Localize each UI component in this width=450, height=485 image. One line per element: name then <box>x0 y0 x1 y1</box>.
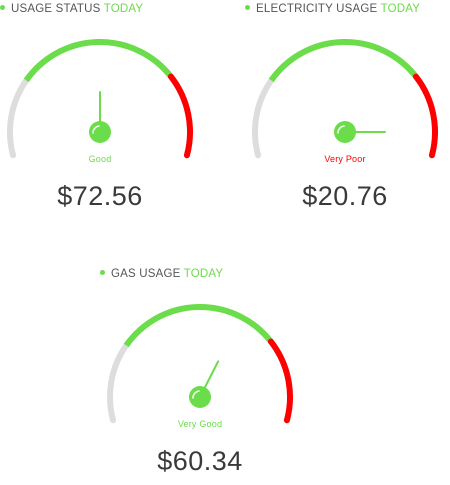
gauge-title: ELECTRICITY USAGE <box>256 3 378 15</box>
gauge-status-label: Very Poor <box>324 154 366 164</box>
card-header: GAS USAGE TODAY <box>100 268 223 282</box>
card-header: ELECTRICITY USAGE TODAY <box>245 3 420 17</box>
gauge-title-accent: TODAY <box>380 3 421 15</box>
status-dot-icon <box>0 5 5 10</box>
gauge-track-arc <box>252 77 275 159</box>
gauge-danger-arc <box>167 73 193 159</box>
gauge-track-arc <box>7 77 30 159</box>
gas-usage-gauge <box>107 304 293 424</box>
gauge-good-arc <box>123 304 274 348</box>
gas-usage-gauge-card: GAS USAGE TODAY Very Good $60.34 <box>100 265 310 485</box>
gauge-good-arc <box>268 39 419 83</box>
gauge-amount: $20.76 <box>302 181 388 211</box>
gauge-needle <box>203 360 220 389</box>
gauge-danger-arc <box>267 338 293 424</box>
gauge-status-label: Good <box>88 154 112 164</box>
status-dot-icon <box>245 5 250 10</box>
electricity-usage-gauge-card: ELECTRICITY USAGE TODAY Very Poor $20.76 <box>245 0 450 220</box>
gauge-title-accent: TODAY <box>183 268 224 280</box>
gauge-title: GAS USAGE <box>111 268 181 280</box>
gauge-amount: $72.56 <box>57 181 143 211</box>
status-dot-icon <box>100 270 105 275</box>
gauge-amount: $60.34 <box>157 446 243 476</box>
gauge-title: USAGE STATUS <box>11 3 101 15</box>
gauge-danger-arc <box>412 73 438 159</box>
usage-status-gauge <box>7 39 193 159</box>
gauge-title-accent: TODAY <box>103 3 144 15</box>
gauge-status-label: Very Good <box>177 419 223 429</box>
electricity-usage-gauge <box>252 39 438 159</box>
gauge-track-arc <box>107 342 130 424</box>
gauge-good-arc <box>23 39 174 83</box>
card-header: USAGE STATUS TODAY <box>0 3 143 17</box>
usage-status-gauge-card: USAGE STATUS TODAY Good $72.56 <box>0 0 210 220</box>
